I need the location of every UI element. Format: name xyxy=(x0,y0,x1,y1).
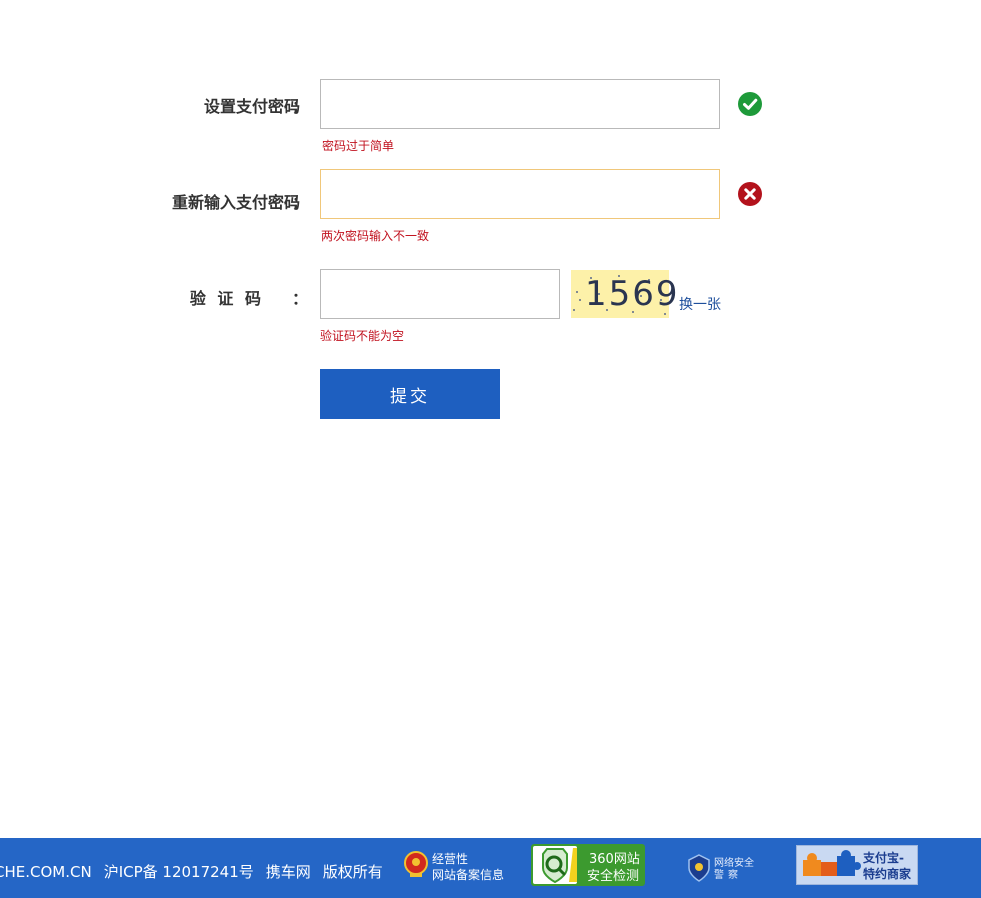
captcha-colon: ： xyxy=(292,289,309,308)
alipay-line1: 支付宝- xyxy=(863,851,904,865)
captcha-text: 1569 xyxy=(585,274,680,314)
captcha-message: 验证码不能为空 xyxy=(320,329,405,343)
police-line2: 警察 xyxy=(714,870,742,881)
confirm-password-input[interactable] xyxy=(320,169,720,219)
confirm-password-label: 重新输入支付密码 xyxy=(171,193,300,212)
submit-button[interactable]: 提交 xyxy=(320,369,500,419)
security360-line2: 安全检测 xyxy=(587,869,640,884)
confirm-password-message: 两次密码输入不一致 xyxy=(321,229,430,243)
beian-line2: 网站备案信息 xyxy=(432,868,505,882)
national-emblem-icon xyxy=(404,851,428,877)
confirm-password-colon: ： xyxy=(292,193,309,212)
pay-password-message: 密码过于简单 xyxy=(322,139,395,153)
magnifier-icon xyxy=(542,848,577,884)
police-emblem-icon xyxy=(688,854,710,882)
alipay-merchant-badge[interactable]: 支付宝- 特约商家 xyxy=(796,845,918,885)
beian-badge[interactable]: 经营性 网站备案信息 xyxy=(404,848,514,888)
footer-icp[interactable]: 沪ICP备 12017241号 xyxy=(104,863,254,881)
shield-icon xyxy=(533,846,577,884)
pay-password-label: 设置支付密码 xyxy=(203,97,300,116)
cyber-police-badge[interactable]: 网络安全 警察 xyxy=(688,850,758,886)
x-circle-icon xyxy=(738,182,762,206)
footer-site: 携车网 xyxy=(265,863,311,881)
captcha-image[interactable]: 1569 xyxy=(571,270,678,318)
check-circle-icon xyxy=(738,92,762,116)
refresh-captcha-link[interactable]: 换一张 xyxy=(679,294,721,314)
puzzle-icon xyxy=(803,850,861,876)
captcha-input[interactable] xyxy=(320,269,560,319)
beian-line1: 经营性 xyxy=(432,852,469,866)
footer-info: CHE.COM.CN 沪ICP备 12017241号 携车网 版权所有 xyxy=(0,861,395,882)
captcha-label: 验 证 码 xyxy=(189,289,264,308)
payment-password-page: 设置支付密码 ： 密码过于简单 重新输入支付密码 ： 两次密码输入不一致 验 证… xyxy=(0,0,981,898)
footer-copyright: 版权所有 xyxy=(322,863,383,881)
alipay-line2: 特约商家 xyxy=(863,867,912,881)
footer-domain: CHE.COM.CN xyxy=(0,863,92,881)
pay-password-input[interactable] xyxy=(320,79,720,129)
security-360-badge[interactable]: 360网站 安全检测 xyxy=(531,844,645,886)
pay-password-colon: ： xyxy=(292,97,309,116)
footer: CHE.COM.CN 沪ICP备 12017241号 携车网 版权所有 经营性 网站备… xyxy=(0,838,981,898)
